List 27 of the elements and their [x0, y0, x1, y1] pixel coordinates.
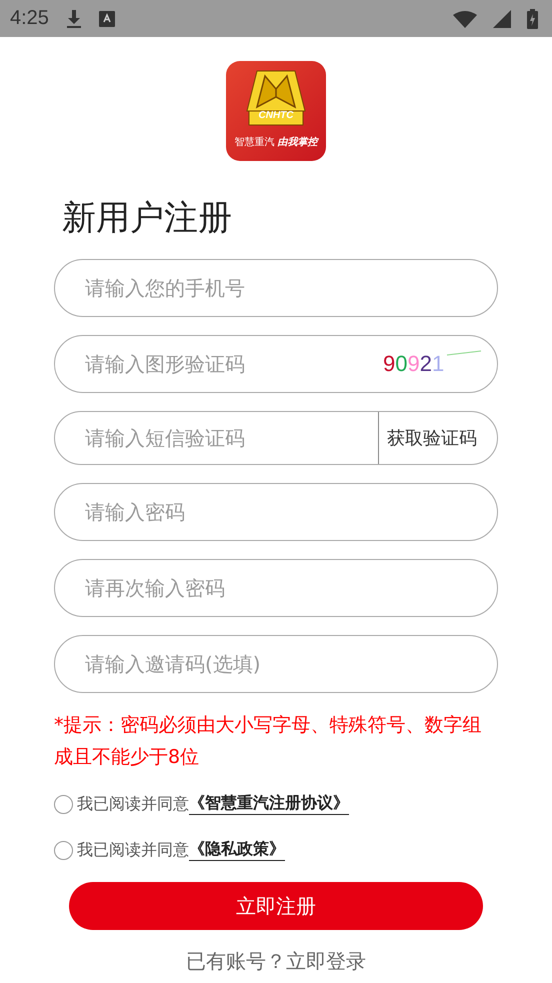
wifi-icon	[453, 10, 477, 28]
logo-tagline: 智慧重汽	[234, 136, 274, 149]
agreement-link[interactable]: 《隐私政策》	[189, 839, 285, 861]
captcha-field[interactable]: 请输入图形验证码 90921	[54, 335, 498, 393]
clock-time: 4:25	[10, 7, 49, 30]
password-hint: *提示：密码必须由大小写字母、特殊符号、数字组成且不能少于8位	[54, 713, 482, 770]
input-field[interactable]: 请输入您的手机号	[54, 259, 498, 317]
page-title: 新用户注册	[62, 197, 233, 240]
download-icon	[64, 8, 83, 28]
keyboard-icon	[98, 10, 115, 26]
agree-label: 我已阅读并同意	[77, 794, 189, 814]
agreement-link[interactable]: 《智慧重汽注册协议》	[189, 793, 349, 815]
signal-icon	[493, 10, 511, 28]
sms-code-field[interactable]: 请输入短信验证码 获取验证码	[54, 411, 498, 465]
login-link[interactable]: 已有账号？立即登录	[186, 948, 366, 975]
input-field[interactable]: 请再次输入密码	[54, 559, 498, 617]
agree-label: 我已阅读并同意	[77, 840, 189, 860]
captcha-image[interactable]: 90921	[383, 349, 483, 379]
agree-radio[interactable]	[54, 794, 73, 814]
input-field[interactable]: 请输入密码	[54, 483, 498, 541]
agree-radio[interactable]	[54, 840, 73, 860]
logo-brand: CNHTC	[258, 110, 294, 121]
get-code-button[interactable]: 获取验证码	[378, 412, 497, 464]
logo-slogan: 由我掌控	[278, 136, 318, 149]
register-button[interactable]: 立即注册	[69, 882, 483, 930]
battery-icon	[527, 8, 538, 28]
input-field[interactable]: 请输入邀请码(选填)	[54, 635, 498, 693]
